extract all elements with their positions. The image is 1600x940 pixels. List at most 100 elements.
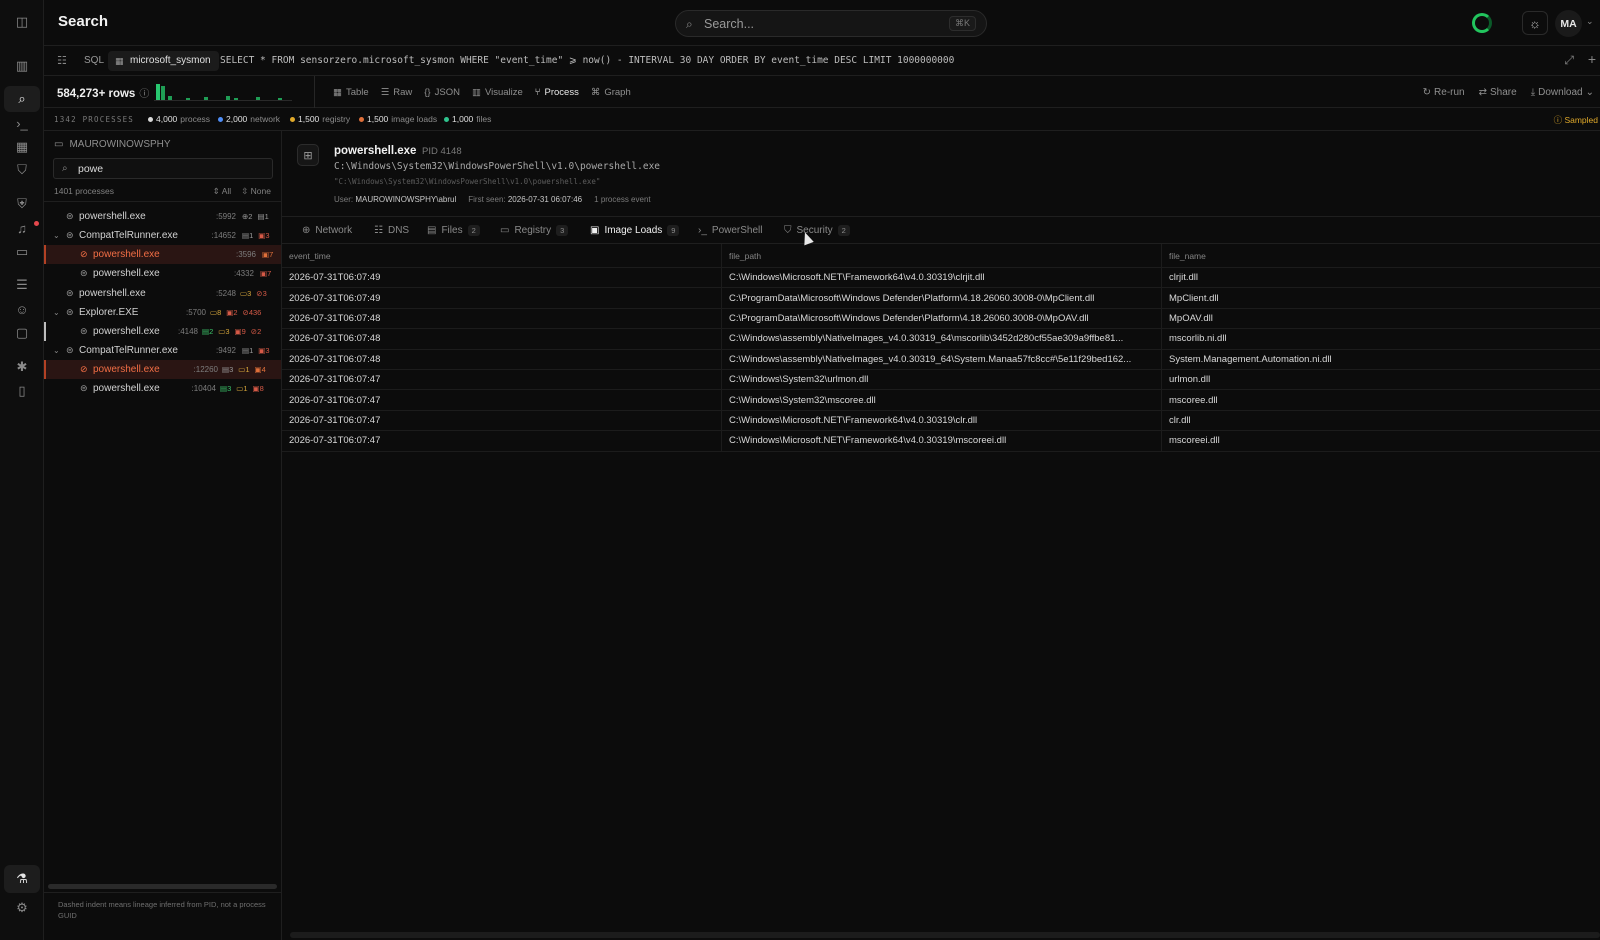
- download-button[interactable]: ⤓ Download ⌄: [1531, 87, 1594, 98]
- tree-scrollbar[interactable]: [48, 884, 277, 889]
- chart-icon[interactable]: ▥: [12, 56, 32, 76]
- status-ring-icon[interactable]: [1472, 13, 1492, 33]
- table-row[interactable]: 2026-07-31T06:07:47 C:\Windows\System32\u…: [282, 369, 1600, 391]
- server-icon[interactable]: ☰: [12, 275, 32, 295]
- bell-icon[interactable]: ♫: [12, 218, 32, 238]
- table-row[interactable]: 2026-07-31T06:07:49 C:\ProgramData\Micros…: [282, 288, 1600, 309]
- event-count: 1 process event: [594, 195, 651, 204]
- chevron-down-icon[interactable]: ⌄: [53, 308, 60, 317]
- tab-dns[interactable]: ☷ DNS: [374, 217, 409, 244]
- cell-file-name: MpClient.dll: [1169, 292, 1219, 304]
- cell-file-path: C:\Windows\assembly\NativeImages_v4.0.30…: [722, 329, 1162, 349]
- tree-row-alert[interactable]: ⊘ powershell.exe :3596 ▣7: [44, 245, 281, 264]
- search-input[interactable]: Search...: [704, 17, 754, 31]
- tab-count: 2: [837, 225, 850, 236]
- column-header-file-path[interactable]: file_path: [722, 244, 1162, 267]
- tree-row-selected[interactable]: ⊜ powershell.exe :4148 ▤2 ▭3 ▣9 ⊘2: [44, 322, 281, 341]
- tree-row[interactable]: ⌄ ⊜ Explorer.EXE :5700 ▭8 ▣2 ⊘436: [44, 303, 281, 322]
- dot-icon: [218, 116, 223, 122]
- view-visualize[interactable]: ▥ Visualize: [472, 87, 523, 98]
- image-badge: ▣3: [258, 231, 270, 240]
- download-label: Download: [1538, 86, 1583, 98]
- sidebar-toggle-icon[interactable]: ◫: [12, 12, 32, 32]
- column-header-file-name[interactable]: file_name: [1162, 244, 1600, 267]
- column-header-event-time[interactable]: event_time: [282, 244, 722, 267]
- view-table[interactable]: ▦ Table: [333, 87, 369, 98]
- sampled-badge[interactable]: ⓘ Sampled: [1554, 114, 1598, 126]
- image-loads-table: event_time file_path file_name 2026-07-3…: [282, 244, 1600, 452]
- chevron-down-icon[interactable]: ⌄: [53, 231, 60, 240]
- globe-icon: ⊕: [302, 225, 311, 236]
- refresh-icon: ↻: [1422, 86, 1432, 98]
- process-filter[interactable]: ⌕ powe: [53, 158, 273, 179]
- tree-row[interactable]: ⊜ powershell.exe :4332 ▣7: [44, 264, 281, 283]
- tab-image-loads[interactable]: ▣ Image Loads 9: [590, 217, 680, 244]
- tree-row[interactable]: ⊜ powershell.exe :5248 ▭3 ⊘3: [44, 284, 281, 303]
- plus-icon[interactable]: +: [1588, 51, 1596, 67]
- window-icon[interactable]: ▢: [12, 323, 32, 343]
- process-detail: ⊞ powershell.exe PID 4148 C:\Windows\Sys…: [282, 131, 1600, 217]
- avatar[interactable]: MA: [1555, 10, 1582, 37]
- shield-check-icon[interactable]: ⛉: [12, 160, 32, 180]
- tab-registry[interactable]: ▭ Registry 3: [500, 217, 569, 244]
- expand-all-button[interactable]: ⇕ All: [213, 186, 231, 197]
- dot-icon: [290, 116, 295, 122]
- table-chip[interactable]: microsoft_sysmon: [108, 51, 219, 71]
- users-icon[interactable]: ☺: [12, 299, 32, 319]
- chevron-down-icon[interactable]: ⌄: [53, 346, 60, 355]
- table-row[interactable]: 2026-07-31T06:07:47 C:\Windows\Microsoft.…: [282, 431, 1600, 452]
- process-filter-input[interactable]: powe: [78, 163, 103, 175]
- cell-event-time: 2026-07-31T06:07:49: [282, 288, 722, 308]
- view-json[interactable]: {} JSON: [424, 87, 460, 98]
- table-row[interactable]: 2026-07-31T06:07:48 C:\ProgramData\Micros…: [282, 308, 1600, 330]
- tab-powershell[interactable]: ›_ PowerShell: [698, 217, 763, 244]
- table-row[interactable]: 2026-07-31T06:07:49 C:\Windows\Microsoft.…: [282, 268, 1600, 289]
- book-icon[interactable]: ▯: [12, 381, 32, 401]
- image-icon: ▣: [590, 225, 600, 236]
- theme-toggle-icon[interactable]: ☼: [1522, 11, 1548, 35]
- event-badges: ▤3 ▭1 ▣8: [220, 384, 264, 393]
- tree-row[interactable]: ⌄ ⊜ CompatTelRunner.exe :14652 ▤1 ▣3: [44, 226, 281, 245]
- tree-row[interactable]: ⊜ powershell.exe :5992 ⊕2 ▤1: [44, 207, 281, 226]
- search-shortcut: ⌘K: [948, 16, 976, 31]
- collapse-all-button[interactable]: ⇳ None: [241, 186, 271, 197]
- search-icon[interactable]: ⌕: [4, 86, 40, 112]
- tree-row-alert[interactable]: ⊘ powershell.exe :12260 ▤3 ▭1 ▣4: [44, 360, 281, 379]
- monitor-icon: ▭: [54, 139, 64, 150]
- bug-icon[interactable]: ✱: [12, 357, 32, 377]
- tree-row[interactable]: ⌄ ⊜ CompatTelRunner.exe :9492 ▤1 ▣3: [44, 341, 281, 360]
- tab-files[interactable]: ▤ Files 2: [427, 217, 480, 244]
- tab-security[interactable]: ⛉ Security 2: [784, 217, 850, 244]
- terminal-icon[interactable]: ›_: [12, 113, 32, 133]
- table-row[interactable]: 2026-07-31T06:07:47 C:\Windows\Microsoft.…: [282, 410, 1600, 432]
- chevron-down-icon[interactable]: ⌄: [1586, 16, 1594, 27]
- tree-row[interactable]: ⊜ powershell.exe :10404 ▤3 ▭1 ▣8: [44, 379, 281, 398]
- flask-icon[interactable]: ⚗: [4, 865, 40, 893]
- grid-icon[interactable]: ▦: [12, 137, 32, 157]
- event-badges: ▣7: [262, 250, 273, 259]
- settings-icon[interactable]: ⚙: [12, 898, 32, 918]
- process-icon: ⊜: [66, 288, 74, 298]
- folder-icon[interactable]: ▭: [12, 242, 32, 262]
- alert-icon: ⊘: [80, 364, 88, 374]
- rerun-button[interactable]: ↻ Re-run: [1423, 87, 1465, 98]
- cell-event-time: 2026-07-31T06:07:47: [282, 369, 722, 390]
- stat-label: network: [250, 114, 281, 124]
- table-row[interactable]: 2026-07-31T06:07:47 C:\Windows\System32\m…: [282, 390, 1600, 411]
- table-scrollbar[interactable]: [290, 932, 1600, 938]
- view-process[interactable]: ⑂ Process: [535, 87, 579, 98]
- share-button[interactable]: ⇄ Share: [1479, 87, 1517, 98]
- global-search[interactable]: ⌕ Search... ⌘K: [675, 10, 987, 37]
- shield-icon[interactable]: ⛨: [12, 194, 32, 214]
- dot-icon: [444, 116, 449, 122]
- table-row[interactable]: 2026-07-31T06:07:48 C:\Windows\assembly\N…: [282, 329, 1600, 350]
- database-icon: ☷: [374, 225, 383, 236]
- expand-icon[interactable]: ⤢: [1564, 53, 1574, 68]
- process-count: 1401 processes: [54, 186, 115, 196]
- info-icon[interactable]: ⓘ: [139, 89, 149, 100]
- sql-query[interactable]: SELECT * FROM sensorzero.microsoft_sysmo…: [220, 55, 954, 66]
- view-graph[interactable]: ⌘ Graph: [591, 87, 631, 98]
- table-row[interactable]: 2026-07-31T06:07:48 C:\Windows\assembly\N…: [282, 349, 1600, 370]
- tab-network[interactable]: ⊕ Network: [302, 217, 352, 244]
- view-raw[interactable]: ☰ Raw: [381, 87, 413, 98]
